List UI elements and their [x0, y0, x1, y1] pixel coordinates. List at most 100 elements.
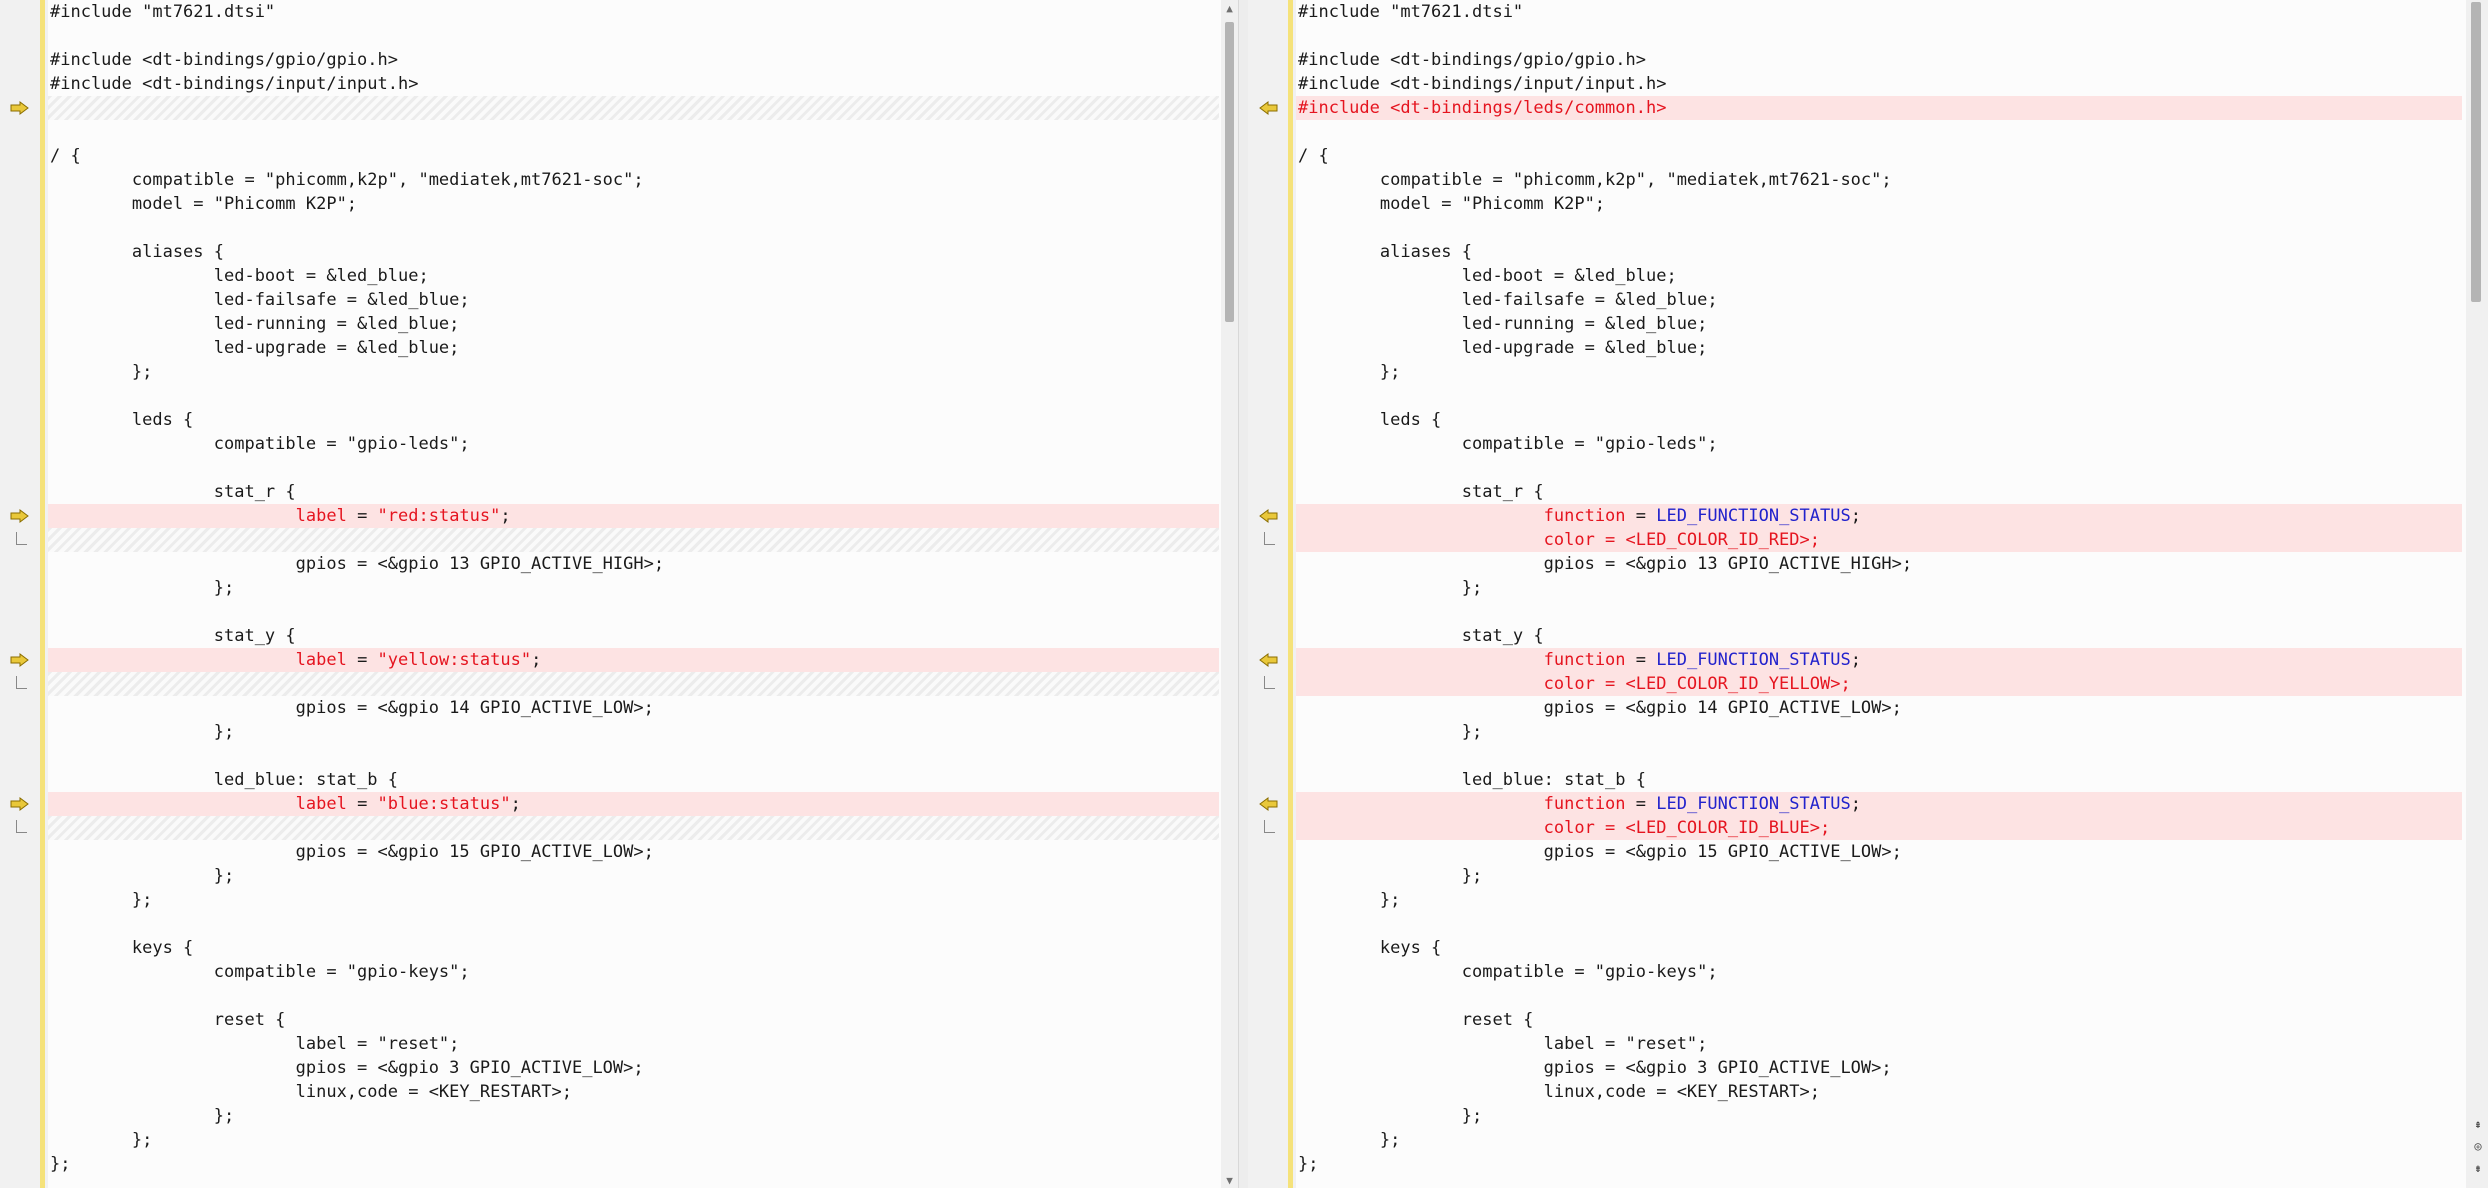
code-line[interactable] [48, 744, 1219, 768]
changed-line[interactable]: color = <LED_COLOR_ID_RED>; [1296, 528, 2462, 552]
code-line[interactable]: #include <dt-bindings/gpio/gpio.h> [1296, 48, 2462, 72]
arrow-icon[interactable] [1256, 504, 1280, 528]
changed-line[interactable]: label = "blue:status"; [48, 792, 1219, 816]
changed-line[interactable]: label = "red:status"; [48, 504, 1219, 528]
code-line[interactable]: gpios = <&gpio 3 GPIO_ACTIVE_LOW>; [1296, 1056, 2462, 1080]
scroll-up-icon[interactable]: ▲ [1221, 0, 1238, 16]
right-pane[interactable]: #include "mt7621.dtsi" #include <dt-bindi… [1248, 0, 2462, 1188]
code-line[interactable] [48, 456, 1219, 480]
arrow-icon[interactable] [8, 648, 32, 672]
changed-line[interactable]: #include <dt-bindings/leds/common.h> [1296, 96, 2462, 120]
circle-icon[interactable]: ◎ [2470, 1138, 2486, 1154]
code-line[interactable]: }; [1296, 1152, 2462, 1176]
code-line[interactable]: stat_r { [1296, 480, 2462, 504]
code-line[interactable]: linux,code = <KEY_RESTART>; [48, 1080, 1219, 1104]
left-code-lines[interactable]: #include "mt7621.dtsi" #include <dt-bindi… [48, 0, 1219, 1176]
code-line[interactable]: }; [48, 1152, 1219, 1176]
code-line[interactable] [48, 216, 1219, 240]
code-line[interactable]: gpios = <&gpio 15 GPIO_ACTIVE_LOW>; [1296, 840, 2462, 864]
changed-line[interactable]: color = <LED_COLOR_ID_YELLOW>; [1296, 672, 2462, 696]
arrow-icon[interactable] [8, 792, 32, 816]
changed-line[interactable]: function = LED_FUNCTION_STATUS; [1296, 648, 2462, 672]
right-vertical-scrollbar[interactable] [2466, 0, 2488, 1188]
code-line[interactable] [1296, 984, 2462, 1008]
code-line[interactable]: compatible = "gpio-keys"; [48, 960, 1219, 984]
changed-line[interactable]: function = LED_FUNCTION_STATUS; [1296, 792, 2462, 816]
code-line[interactable]: }; [48, 720, 1219, 744]
code-line[interactable]: compatible = "phicomm,k2p", "mediatek,mt… [1296, 168, 2462, 192]
code-line[interactable]: }; [48, 864, 1219, 888]
code-line[interactable]: gpios = <&gpio 3 GPIO_ACTIVE_LOW>; [48, 1056, 1219, 1080]
code-line[interactable]: compatible = "gpio-keys"; [1296, 960, 2462, 984]
scroll-down-icon[interactable]: ▼ [1221, 1172, 1238, 1188]
code-line[interactable]: model = "Phicomm K2P"; [48, 192, 1219, 216]
code-line[interactable]: }; [1296, 360, 2462, 384]
changed-line[interactable]: label = "yellow:status"; [48, 648, 1219, 672]
code-line[interactable]: }; [1296, 888, 2462, 912]
code-line[interactable]: aliases { [1296, 240, 2462, 264]
arrow-icon[interactable] [1256, 96, 1280, 120]
code-line[interactable]: led_blue: stat_b { [48, 768, 1219, 792]
left-pane[interactable]: #include "mt7621.dtsi" #include <dt-bindi… [0, 0, 1219, 1188]
code-line[interactable]: #include "mt7621.dtsi" [48, 0, 1219, 24]
code-line[interactable]: aliases { [48, 240, 1219, 264]
code-line[interactable]: keys { [1296, 936, 2462, 960]
code-line[interactable]: }; [48, 576, 1219, 600]
code-line[interactable]: label = "reset"; [1296, 1032, 2462, 1056]
code-line[interactable]: led-upgrade = &led_blue; [1296, 336, 2462, 360]
code-line[interactable]: led-boot = &led_blue; [1296, 264, 2462, 288]
code-line[interactable]: led-upgrade = &led_blue; [48, 336, 1219, 360]
arrow-icon[interactable] [1256, 648, 1280, 672]
left-scroll-thumb[interactable] [1225, 22, 1234, 322]
code-line[interactable]: led_blue: stat_b { [1296, 768, 2462, 792]
code-line[interactable]: }; [48, 1104, 1219, 1128]
code-line[interactable]: stat_r { [48, 480, 1219, 504]
left-vertical-scrollbar[interactable]: ▲ ▼ [1221, 0, 1238, 1188]
code-line[interactable]: gpios = <&gpio 14 GPIO_ACTIVE_LOW>; [48, 696, 1219, 720]
code-line[interactable]: model = "Phicomm K2P"; [1296, 192, 2462, 216]
placeholder-line[interactable] [48, 672, 1219, 696]
changed-line[interactable]: color = <LED_COLOR_ID_BLUE>; [1296, 816, 2462, 840]
code-line[interactable]: gpios = <&gpio 14 GPIO_ACTIVE_LOW>; [1296, 696, 2462, 720]
code-line[interactable]: compatible = "gpio-leds"; [48, 432, 1219, 456]
code-line[interactable]: led-failsafe = &led_blue; [48, 288, 1219, 312]
code-line[interactable] [48, 912, 1219, 936]
code-line[interactable]: }; [1296, 1128, 2462, 1152]
code-line[interactable]: leds { [1296, 408, 2462, 432]
code-line[interactable]: stat_y { [48, 624, 1219, 648]
code-line[interactable] [1296, 912, 2462, 936]
code-line[interactable]: #include "mt7621.dtsi" [1296, 0, 2462, 24]
code-line[interactable]: #include <dt-bindings/input/input.h> [48, 72, 1219, 96]
right-code-lines[interactable]: #include "mt7621.dtsi" #include <dt-bindi… [1296, 0, 2462, 1176]
code-line[interactable]: led-running = &led_blue; [1296, 312, 2462, 336]
code-line[interactable] [1296, 456, 2462, 480]
code-line[interactable]: leds { [48, 408, 1219, 432]
code-line[interactable]: #include <dt-bindings/gpio/gpio.h> [48, 48, 1219, 72]
code-line[interactable] [1296, 384, 2462, 408]
code-line[interactable]: keys { [48, 936, 1219, 960]
changed-line[interactable]: function = LED_FUNCTION_STATUS; [1296, 504, 2462, 528]
code-line[interactable]: gpios = <&gpio 15 GPIO_ACTIVE_LOW>; [48, 840, 1219, 864]
code-line[interactable]: stat_y { [1296, 624, 2462, 648]
code-line[interactable]: gpios = <&gpio 13 GPIO_ACTIVE_HIGH>; [48, 552, 1219, 576]
code-line[interactable] [48, 384, 1219, 408]
right-scroll-thumb[interactable] [2471, 2, 2481, 302]
code-line[interactable] [1296, 600, 2462, 624]
arrow-icon[interactable] [1256, 792, 1280, 816]
code-line[interactable]: compatible = "phicomm,k2p", "mediatek,mt… [48, 168, 1219, 192]
double-chevron-up-icon[interactable]: ⇞ [2470, 1116, 2486, 1132]
code-line[interactable] [48, 24, 1219, 48]
code-line[interactable]: compatible = "gpio-leds"; [1296, 432, 2462, 456]
code-line[interactable]: / { [1296, 144, 2462, 168]
code-line[interactable]: linux,code = <KEY_RESTART>; [1296, 1080, 2462, 1104]
code-line[interactable]: }; [48, 360, 1219, 384]
code-line[interactable]: }; [1296, 864, 2462, 888]
placeholder-line[interactable] [48, 528, 1219, 552]
code-line[interactable] [48, 120, 1219, 144]
code-line[interactable]: }; [1296, 1104, 2462, 1128]
code-line[interactable]: led-running = &led_blue; [48, 312, 1219, 336]
code-line[interactable]: }; [1296, 720, 2462, 744]
code-line[interactable]: led-failsafe = &led_blue; [1296, 288, 2462, 312]
code-line[interactable] [1296, 120, 2462, 144]
code-line[interactable]: }; [48, 888, 1219, 912]
